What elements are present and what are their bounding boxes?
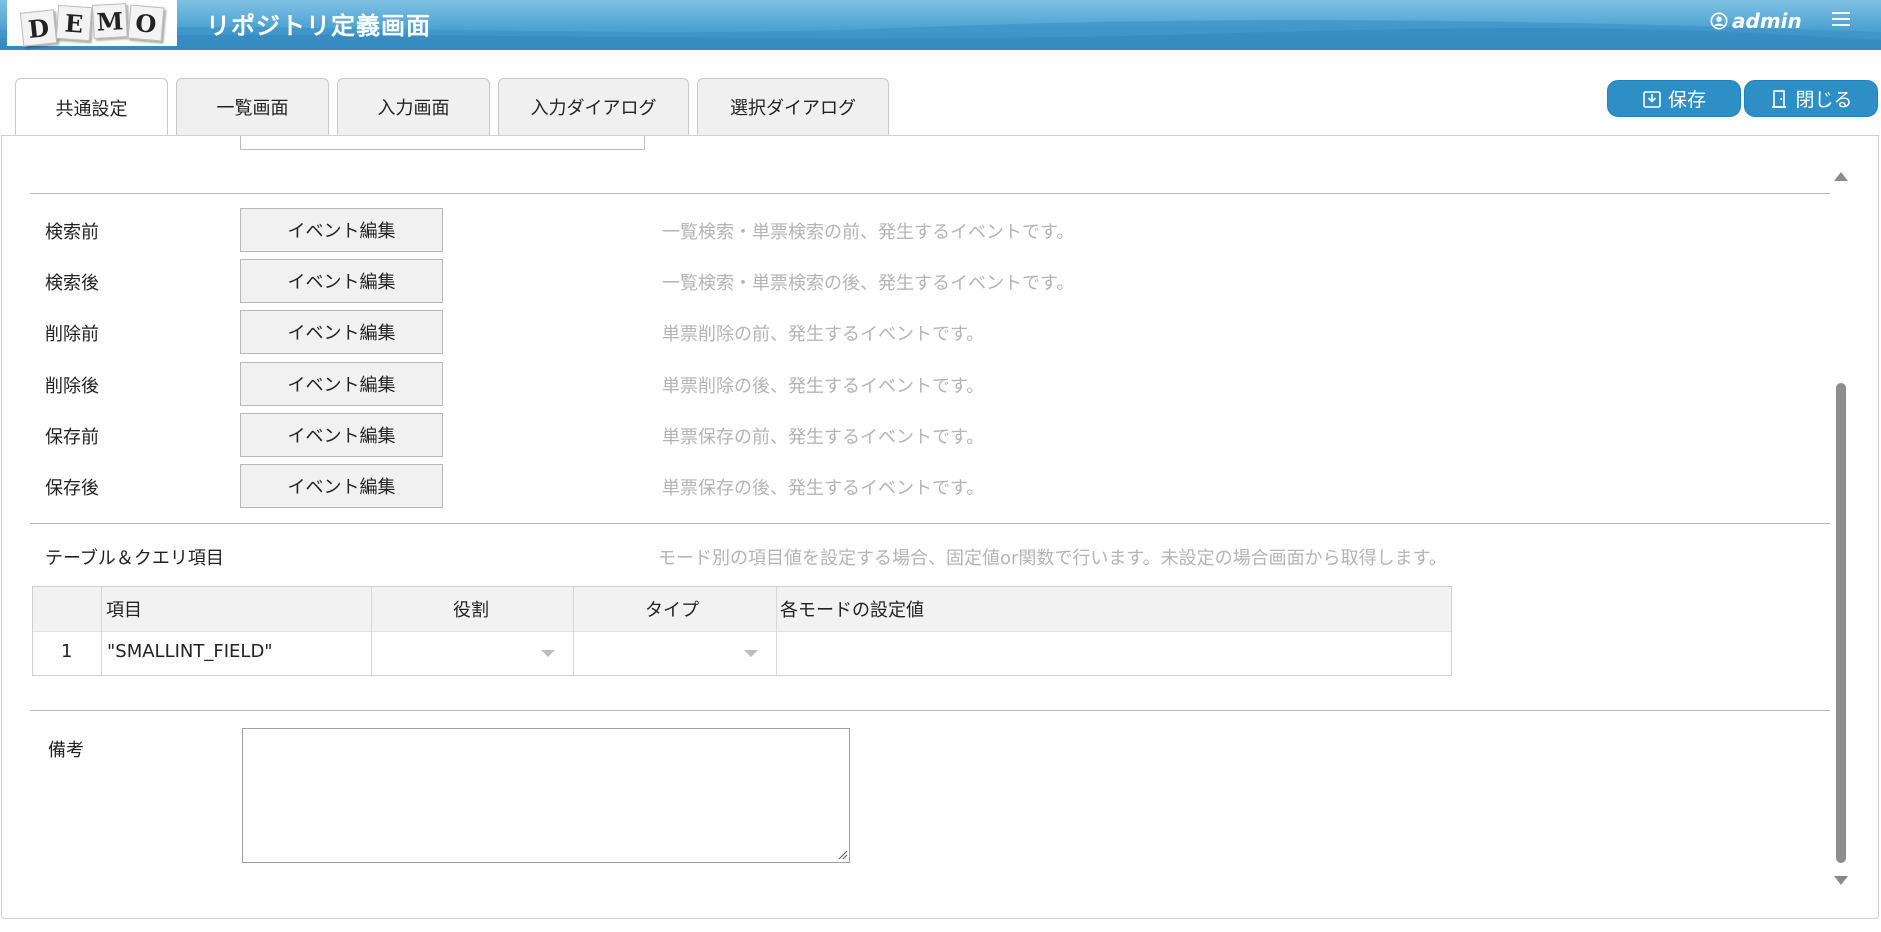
column-header-mode-value[interactable]: 各モードの設定値 [780, 596, 924, 622]
logo-letter: E [55, 4, 93, 42]
edit-event-button-before-search[interactable]: イベント編集 [240, 208, 443, 252]
logo-letter: O [127, 4, 165, 42]
close-button-label: 閉じる [1795, 89, 1853, 111]
scroll-up-arrow-icon[interactable] [1834, 172, 1848, 181]
event-label-after-delete: 削除後 [45, 376, 99, 397]
save-button-label: 保存 [1667, 89, 1706, 111]
edit-event-button-before-delete[interactable]: イベント編集 [240, 310, 443, 354]
grid-header [33, 587, 1451, 631]
grid-col-divider [573, 587, 574, 675]
resize-grip-icon[interactable] [836, 848, 848, 860]
notes-label: 備考 [48, 740, 84, 761]
event-hint: 一覧検索・単票検索の前、発生するイベントです。 [662, 222, 1075, 243]
divider [30, 710, 1830, 711]
role-select[interactable] [378, 641, 568, 671]
save-icon [1643, 90, 1661, 108]
tab-input-screen[interactable]: 入力画面 [337, 78, 490, 135]
event-label-before-search: 検索前 [45, 222, 99, 243]
row-item-value[interactable]: "SMALLINT_FIELD" [107, 641, 273, 662]
table-query-section-title: テーブル＆クエリ項目 [45, 548, 224, 569]
row-number: 1 [61, 641, 73, 662]
event-hint: 一覧検索・単票検索の後、発生するイベントです。 [662, 273, 1075, 294]
logo-letter: M [92, 3, 128, 39]
tab-input-dialog[interactable]: 入力ダイアログ [498, 78, 689, 135]
column-header-type[interactable]: タイプ [645, 596, 699, 622]
edit-event-button-before-save[interactable]: イベント編集 [240, 413, 443, 457]
divider [30, 523, 1830, 524]
content-panel: 検索前 イベント編集 一覧検索・単票検索の前、発生するイベントです。 検索後 イ… [1, 135, 1879, 919]
column-header-item[interactable]: 項目 [106, 596, 142, 622]
table-query-section-hint: モード別の項目値を設定する場合、固定値or関数で行います。未設定の場合画面から取… [658, 548, 1447, 569]
tab-select-dialog[interactable]: 選択ダイアログ [697, 78, 889, 135]
edit-event-button-after-delete[interactable]: イベント編集 [240, 362, 443, 406]
edit-event-button-after-search[interactable]: イベント編集 [240, 259, 443, 303]
grid-col-divider [371, 587, 372, 675]
grid-row-divider [33, 631, 1451, 632]
field-grid: 項目 役割 タイプ 各モードの設定値 1 "SMALLINT_FIELD" [32, 586, 1452, 676]
chevron-down-icon[interactable] [744, 650, 758, 657]
app-header: D E M O リポジトリ定義画面 admin [0, 0, 1881, 50]
event-hint: 単票保存の後、発生するイベントです。 [662, 478, 985, 499]
divider [30, 193, 1830, 194]
grid-col-divider [776, 587, 777, 675]
text-input-partial[interactable] [240, 136, 645, 150]
column-header-role[interactable]: 役割 [453, 596, 489, 622]
tab-common-settings[interactable]: 共通設定 [15, 78, 168, 137]
notes-textarea[interactable] [242, 728, 850, 863]
event-label-before-delete: 削除前 [45, 324, 99, 345]
user-menu[interactable]: admin [1710, 9, 1802, 33]
user-icon [1710, 12, 1728, 30]
user-name: admin [1732, 9, 1802, 33]
hamburger-menu-icon[interactable] [1832, 12, 1850, 28]
tab-list-screen[interactable]: 一覧画面 [176, 78, 329, 135]
event-hint: 単票保存の前、発生するイベントです。 [662, 427, 985, 448]
toolbar: 保存 閉じる [1607, 80, 1878, 117]
scroll-down-arrow-icon[interactable] [1834, 876, 1848, 885]
event-label-before-save: 保存前 [45, 427, 99, 448]
logo-letter: D [19, 9, 58, 47]
event-hint: 単票削除の前、発生するイベントです。 [662, 324, 985, 345]
type-select[interactable] [580, 641, 770, 671]
tab-bar: 共通設定 一覧画面 入力画面 入力ダイアログ 選択ダイアログ [15, 78, 889, 137]
mode-value-cell[interactable] [783, 641, 1443, 671]
door-icon [1772, 89, 1787, 108]
page-title: リポジトリ定義画面 [206, 12, 431, 40]
event-label-after-search: 検索後 [45, 273, 99, 294]
save-button[interactable]: 保存 [1607, 80, 1741, 117]
vertical-scrollbar-thumb[interactable] [1836, 383, 1846, 863]
edit-event-button-after-save[interactable]: イベント編集 [240, 464, 443, 508]
chevron-down-icon[interactable] [541, 650, 555, 657]
close-button[interactable]: 閉じる [1744, 80, 1878, 117]
grid-col-divider [101, 587, 102, 675]
event-label-after-save: 保存後 [45, 478, 99, 499]
event-hint: 単票削除の後、発生するイベントです。 [662, 376, 985, 397]
demo-logo[interactable]: D E M O [7, 0, 177, 47]
